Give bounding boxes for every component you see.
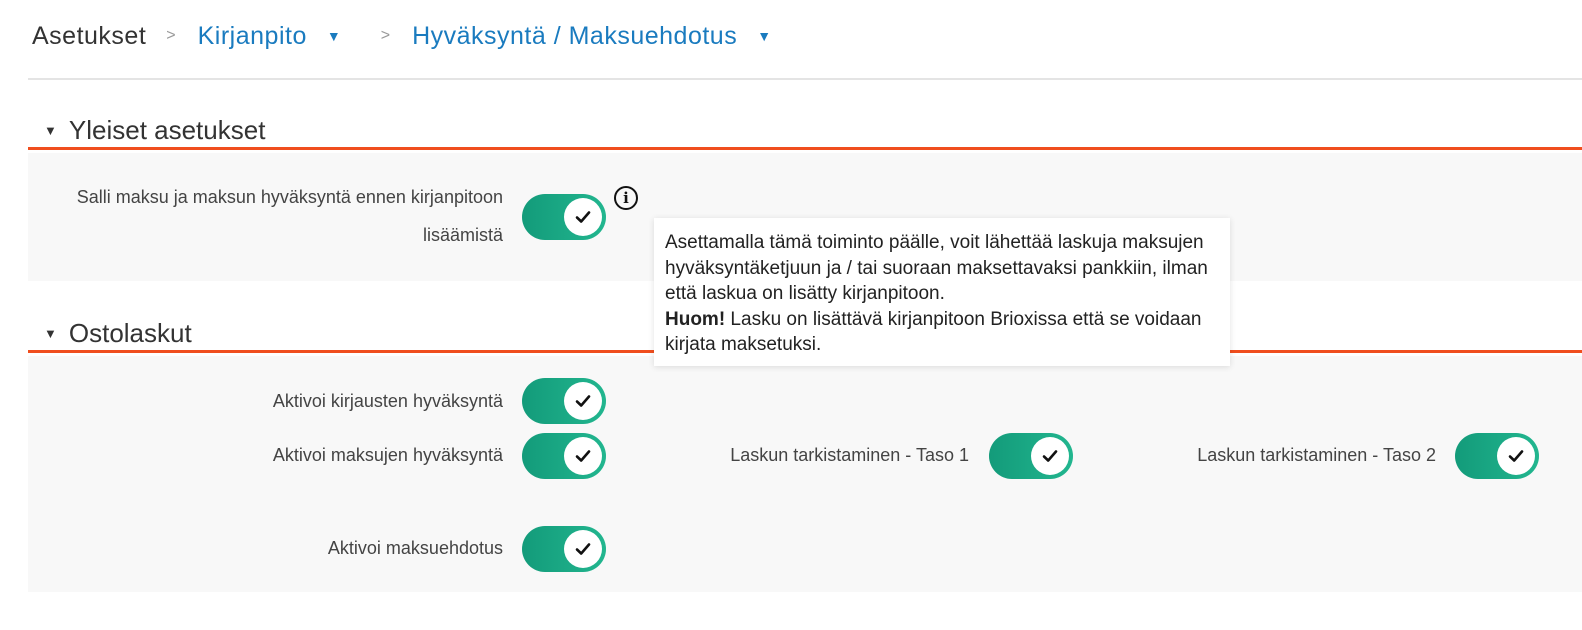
toggle-knob <box>1497 437 1535 475</box>
check-level2-toggle[interactable] <box>1455 433 1539 479</box>
breadcrumb-link[interactable]: Hyväksyntä / Maksuehdotus <box>412 22 737 51</box>
breadcrumb-root[interactable]: Asetukset <box>32 22 146 51</box>
chevron-down-icon[interactable]: ▼ <box>757 28 771 44</box>
breadcrumb: Asetukset > Kirjanpito ▼ > Hyväksyntä / … <box>32 18 771 54</box>
check-icon <box>1042 450 1058 462</box>
toggle-knob <box>564 437 602 475</box>
payment-proposal-toggle[interactable] <box>522 526 606 572</box>
setting-label: Laskun tarkistaminen - Taso 1 <box>730 445 969 465</box>
check-icon <box>575 395 591 407</box>
check-icon <box>1508 450 1524 462</box>
toggle-knob <box>564 382 602 420</box>
setting-label: Aktivoi kirjausten hyväksyntä <box>272 391 503 411</box>
info-icon[interactable]: i <box>614 186 638 210</box>
setting-label-line: Salli maksu ja maksun hyväksyntä ennen k… <box>76 187 503 207</box>
toggle-knob <box>564 198 602 236</box>
entry-approval-toggle[interactable] <box>522 378 606 424</box>
section-header-general[interactable]: ▼ Yleiset asetukset <box>28 114 1582 150</box>
breadcrumb-item-kirjanpito[interactable]: Kirjanpito ▼ <box>198 22 361 51</box>
check-icon <box>575 543 591 555</box>
breadcrumb-separator: > <box>380 27 391 44</box>
setting-label: Aktivoi maksujen hyväksyntä <box>272 445 503 465</box>
setting-label: Aktivoi maksuehdotus <box>327 538 503 558</box>
toggle-knob <box>1031 437 1069 475</box>
toggle-knob <box>564 530 602 568</box>
breadcrumb-separator: > <box>166 27 176 44</box>
setting-label: Laskun tarkistaminen - Taso 2 <box>1197 445 1436 465</box>
info-tooltip: Asettamalla tämä toiminto päälle, voit l… <box>654 218 1230 366</box>
breadcrumb-link[interactable]: Kirjanpito <box>198 22 307 51</box>
collapse-caret-icon[interactable]: ▼ <box>44 326 57 341</box>
tooltip-note-bold: Huom! <box>665 308 726 330</box>
tooltip-text: Asettamalla tämä toiminto päälle, voit l… <box>665 232 1208 304</box>
allow-payment-before-booking-toggle[interactable] <box>522 194 606 240</box>
chevron-down-icon[interactable]: ▼ <box>327 28 341 44</box>
check-icon <box>575 450 591 462</box>
section-title: Ostolaskut <box>68 318 192 348</box>
breadcrumb-item-approval[interactable]: Hyväksyntä / Maksuehdotus ▼ <box>412 22 771 51</box>
setting-label-line: lisäämistä <box>422 225 503 245</box>
check-icon <box>575 211 591 223</box>
collapse-caret-icon[interactable]: ▼ <box>44 123 57 138</box>
header-divider <box>28 78 1582 80</box>
setting-label: Salli maksu ja maksun hyväksyntä ennen k… <box>40 178 503 254</box>
check-level1-toggle[interactable] <box>989 433 1073 479</box>
section-title: Yleiset asetukset <box>68 115 266 145</box>
tooltip-note: Lasku on lisättävä kirjanpitoon Brioxiss… <box>665 308 1202 356</box>
payment-approval-toggle[interactable] <box>522 433 606 479</box>
